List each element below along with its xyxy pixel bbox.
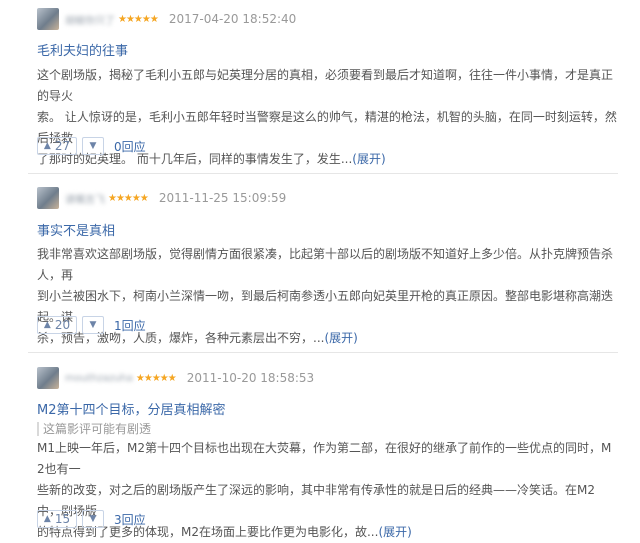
upvote-button[interactable]: ▲ 20	[37, 316, 77, 334]
review-title-link[interactable]: 毛利夫妇的往事	[37, 40, 128, 59]
review-date: 2011-10-20 18:58:53	[186, 371, 315, 385]
upvote-count: 27	[54, 139, 71, 153]
review-header: mouthzazuha ★★★★★ 2011-10-20 18:58:53	[37, 367, 314, 389]
review-actions: ▲ 15 ▼ 3回应	[37, 510, 146, 528]
rating-stars: ★★★★★	[135, 372, 177, 384]
upvote-icon: ▲	[43, 320, 51, 330]
divider	[28, 352, 618, 353]
review-body-line: 我非常喜欢这部剧场版，觉得剧情方面很紧凑，比起第十部以后的剧场版不知道好上多少倍…	[37, 247, 614, 282]
expand-link[interactable]: (展开)	[324, 331, 357, 345]
downvote-icon: ▼	[89, 320, 97, 330]
rating-stars: ★★★★★	[118, 13, 159, 25]
username[interactable]: mouthzazuha	[65, 373, 133, 384]
review-header: 胡椒你只了 ★★★★★ 2017-04-20 18:52:40	[37, 8, 296, 30]
reply-link[interactable]: 0回应	[114, 138, 146, 155]
upvote-icon: ▲	[43, 514, 51, 524]
reply-link[interactable]: 3回应	[114, 511, 146, 528]
username[interactable]: 胡椒你只了	[65, 12, 115, 27]
review-body-line: 这个剧场版，揭秘了毛利小五郎与妃英理分居的真相，必须要看到最后才知道啊，往往一件…	[37, 68, 614, 103]
review-date: 2011-11-25 15:09:59	[158, 191, 287, 205]
reply-link[interactable]: 1回应	[114, 317, 146, 334]
avatar[interactable]	[37, 8, 59, 30]
downvote-button[interactable]: ▼	[82, 137, 104, 155]
expand-link[interactable]: (展开)	[378, 525, 411, 539]
divider	[28, 173, 618, 174]
review-header: 请嘱吉飞 ★★★★★ 2011-11-25 15:09:59	[37, 187, 286, 209]
avatar[interactable]	[37, 367, 59, 389]
username[interactable]: 请嘱吉飞	[65, 191, 105, 206]
upvote-icon: ▲	[43, 141, 51, 151]
review-title-link[interactable]: M2第十四个目标，分居真相解密	[37, 399, 226, 418]
expand-link[interactable]: (展开)	[352, 152, 385, 166]
downvote-button[interactable]: ▼	[82, 316, 104, 334]
rating-stars: ★★★★★	[108, 192, 149, 204]
review-title-link[interactable]: 事实不是真相	[37, 220, 115, 239]
review-body-line: M1上映一年后，M2第十四个目标也出现在大荧幕，作为第二部，在很好的继承了前作的…	[37, 441, 612, 476]
spoiler-warning: 这篇影评可能有剧透	[37, 422, 151, 436]
upvote-button[interactable]: ▲ 15	[37, 510, 77, 528]
upvote-button[interactable]: ▲ 27	[37, 137, 77, 155]
upvote-count: 20	[54, 318, 71, 332]
downvote-icon: ▼	[89, 141, 97, 151]
review-actions: ▲ 20 ▼ 1回应	[37, 316, 146, 334]
review-date: 2017-04-20 18:52:40	[168, 12, 297, 26]
downvote-icon: ▼	[89, 514, 97, 524]
downvote-button[interactable]: ▼	[82, 510, 104, 528]
review-actions: ▲ 27 ▼ 0回应	[37, 137, 146, 155]
upvote-count: 15	[54, 512, 71, 526]
avatar[interactable]	[37, 187, 59, 209]
